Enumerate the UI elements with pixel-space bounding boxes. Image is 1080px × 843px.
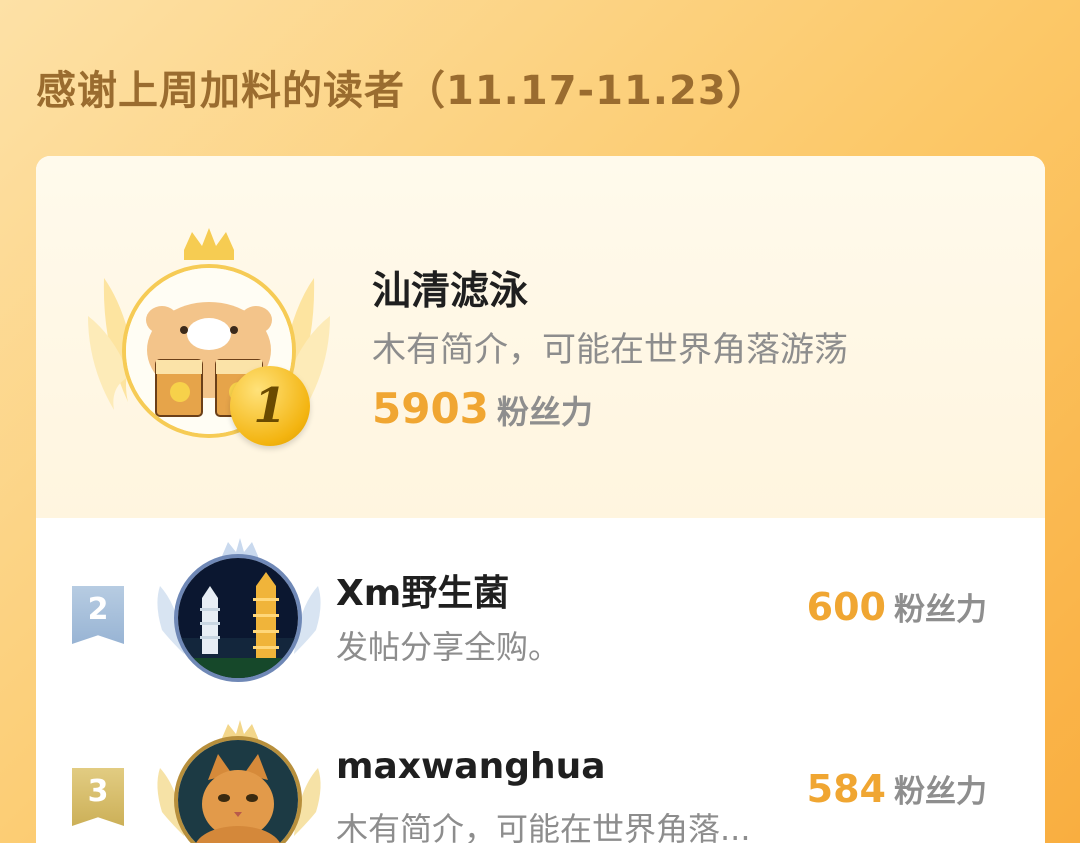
fan-power-score: 5903 粉丝力	[372, 384, 593, 433]
page-title: 感谢上周加料的读者（11.17-11.23）	[36, 68, 768, 114]
avatar	[174, 554, 302, 682]
cat-avatar-icon	[178, 740, 298, 843]
fan-power-score: 600 粉丝力	[807, 584, 987, 629]
list-item[interactable]: 2 Xm野生菌 发帖分享全购。 600 粉丝力	[36, 534, 1045, 694]
reader-name[interactable]: Xm野生菌	[336, 564, 509, 616]
rank-3-avatar-frame[interactable]	[144, 716, 334, 843]
reader-leaderboard: 1 汕清滤泳 木有简介，可能在世界角落游荡 5903 粉丝力 2 Xm野生菌 发…	[36, 156, 1045, 843]
reader-bio: 木有简介，可能在世界角落游荡	[372, 330, 848, 370]
reader-name[interactable]: 汕清滤泳	[372, 260, 528, 316]
rank-2-avatar-frame[interactable]	[144, 534, 334, 694]
rank-2-badge: 2	[72, 586, 124, 644]
score-value: 5903	[372, 384, 489, 433]
fan-power-score: 584 粉丝力	[807, 766, 987, 811]
rank-1-avatar-frame[interactable]: 1	[84, 226, 334, 456]
rank-3-badge: 3	[72, 768, 124, 826]
score-unit: 粉丝力	[894, 774, 987, 810]
reader-name[interactable]: maxwanghua	[336, 746, 606, 787]
rank-1-medal: 1	[230, 366, 310, 446]
pagoda-night-avatar-icon	[178, 558, 298, 678]
list-item[interactable]: 3 maxwanghua 木有简介，可能在世界角落... 584 粉丝力	[36, 716, 1045, 843]
score-value: 600	[806, 585, 886, 629]
score-unit: 粉丝力	[496, 393, 593, 431]
score-value: 584	[806, 767, 886, 811]
score-unit: 粉丝力	[894, 592, 987, 628]
reader-bio: 发帖分享全购。	[336, 628, 561, 666]
reader-bio: 木有简介，可能在世界角落...	[336, 810, 751, 843]
